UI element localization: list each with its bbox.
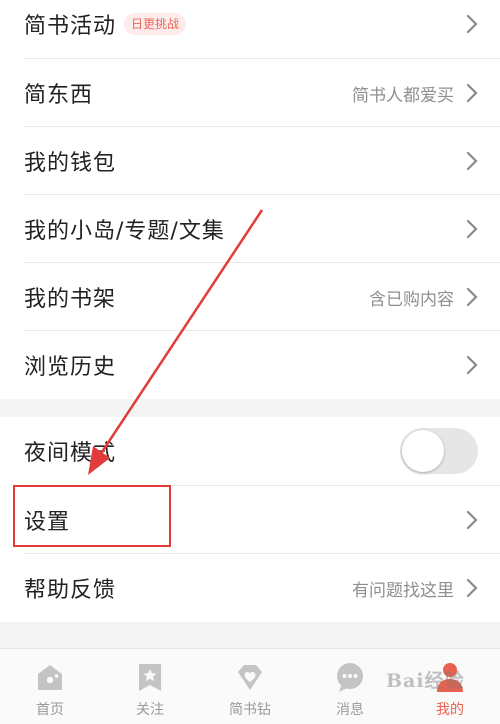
menu-item-islands[interactable]: 我的小岛/专题/文集: [0, 195, 500, 263]
tab-diamond[interactable]: 简书钻: [200, 649, 300, 724]
toggle-knob: [402, 430, 444, 472]
tab-label: 消息: [336, 702, 364, 718]
chevron-right-icon: [466, 219, 478, 239]
chevron-right-icon: [466, 83, 478, 103]
section-gap: [0, 622, 500, 648]
chevron-right-icon: [466, 355, 478, 375]
menu-item-label: 我的钱包: [24, 151, 117, 176]
tab-label: 我的: [436, 702, 464, 718]
tab-label: 首页: [36, 702, 64, 718]
row-right: [466, 355, 478, 375]
menu-item-jianshu-things[interactable]: 简东西 简书人都爱买: [0, 59, 500, 127]
tab-label: 关注: [136, 702, 164, 718]
row-right: 简书人都爱买: [352, 81, 478, 106]
chevron-right-icon: [466, 287, 478, 307]
menu-item-help[interactable]: 帮助反馈 有问题找这里: [0, 554, 500, 622]
row-right: 含已购内容: [369, 285, 478, 310]
chevron-right-icon: [466, 578, 478, 598]
section-gap: [0, 399, 500, 417]
row-right: 有问题找这里: [352, 576, 478, 601]
daily-challenge-badge: 日更挑战: [124, 13, 187, 35]
menu-item-night-mode: 夜间模式: [0, 417, 500, 485]
menu-item-activities[interactable]: 简书活动 日更挑战: [0, 0, 500, 58]
menu-item-label: 夜间模式: [24, 441, 117, 466]
baidu-watermark: Bai经验: [386, 670, 465, 692]
menu-item-history[interactable]: 浏览历史: [0, 331, 500, 399]
menu-item-label: 简东西: [24, 83, 94, 108]
row-right: [400, 428, 478, 474]
star-bookmark-icon: [139, 664, 161, 691]
menu-item-bookshelf[interactable]: 我的书架 含已购内容: [0, 263, 500, 331]
menu-item-label: 我的书架: [24, 287, 117, 312]
chevron-right-icon: [466, 510, 478, 530]
menu-item-hint: 简书人都爱买: [352, 85, 454, 106]
home-icon: [38, 665, 62, 690]
message-icon: [337, 663, 363, 692]
row-right: [466, 14, 478, 34]
chevron-right-icon: [466, 14, 478, 34]
tab-label: 简书钻: [229, 702, 271, 718]
menu-item-label: 浏览历史: [24, 355, 117, 380]
night-mode-toggle[interactable]: [400, 428, 478, 474]
tab-messages[interactable]: 消息: [300, 649, 400, 724]
row-right: [466, 219, 478, 239]
menu-item-label: 帮助反馈: [24, 578, 117, 603]
menu-item-label: 简书活动: [24, 14, 117, 39]
menu-item-hint: 有问题找这里: [352, 580, 454, 601]
menu-item-label: 我的小岛/专题/文集: [24, 219, 225, 244]
menu-item-hint: 含已购内容: [369, 289, 454, 310]
tab-follow[interactable]: 关注: [100, 649, 200, 724]
chevron-right-icon: [466, 151, 478, 171]
row-right: [466, 151, 478, 171]
menu-item-wallet[interactable]: 我的钱包: [0, 127, 500, 195]
tab-home[interactable]: 首页: [0, 649, 100, 724]
row-right: [466, 510, 478, 530]
diamond-heart-icon: [238, 665, 262, 690]
settings-highlight-box: [13, 485, 171, 547]
